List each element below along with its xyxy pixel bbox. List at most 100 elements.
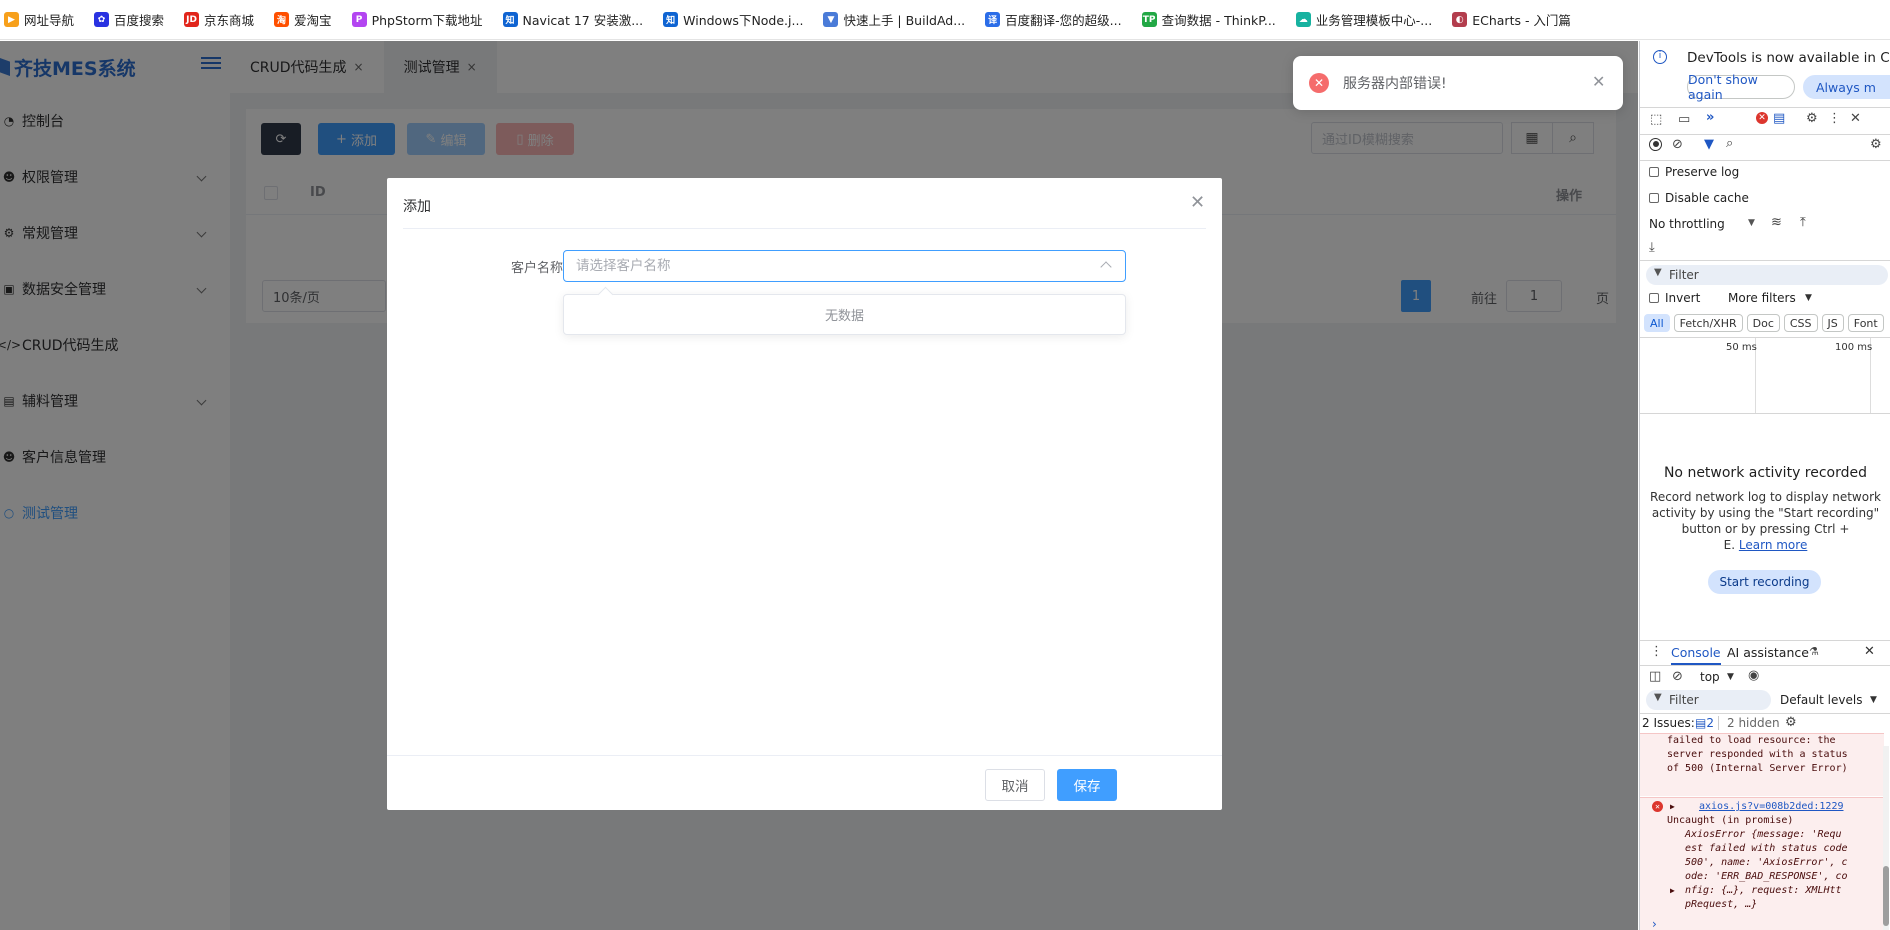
console-settings-icon[interactable]: ⚙ xyxy=(1785,715,1797,730)
throttling-dropdown-icon[interactable]: ▼ xyxy=(1748,218,1755,228)
resource-type-chip[interactable]: Font xyxy=(1847,314,1884,332)
sidebar-toggle-icon[interactable]: ◫ xyxy=(1649,669,1661,684)
filter-funnel-icon: ▼ xyxy=(1654,267,1662,278)
drawer-menu-icon[interactable]: ⋮ xyxy=(1650,644,1663,659)
start-recording-button[interactable]: Start recording xyxy=(1708,570,1821,594)
console-filter-placeholder: Filter xyxy=(1669,693,1699,707)
bookmark-favicon-icon: ◐ xyxy=(1452,12,1468,27)
bookmark-item[interactable]: ▶ 网址导航 xyxy=(4,10,74,29)
close-devtools-icon[interactable]: ✕ xyxy=(1850,111,1861,126)
network-settings-icon[interactable]: ⚙ xyxy=(1870,137,1882,152)
customer-name-label: 客户名称 xyxy=(510,261,563,276)
console-filter-input[interactable]: ▼ Filter xyxy=(1646,690,1771,710)
expand-object-icon[interactable]: ▶ xyxy=(1670,884,1675,898)
bookmark-item[interactable]: ✿ 百度搜索 xyxy=(94,10,164,29)
settings-icon[interactable]: ⚙ xyxy=(1806,111,1818,126)
empty-desc-line: E. xyxy=(1723,538,1736,552)
wifi-icon[interactable]: ≋ xyxy=(1771,215,1782,230)
network-filter-input[interactable]: ▼ Filter xyxy=(1646,265,1888,285)
error-line: est failed with status code xyxy=(1685,843,1848,854)
issues-badge[interactable]: ▤2 xyxy=(1695,716,1714,730)
empty-desc-line: button or by pressing Ctrl + xyxy=(1681,522,1850,536)
bookmarks-bar: ▶ 网址导航 ✿ 百度搜索 JD 京东商城 淘爱淘宝 P PhpStorm下载地址 知 Navica… xyxy=(0,0,1890,40)
filter-icon[interactable]: ▼ xyxy=(1704,137,1714,152)
log-levels-dropdown-icon[interactable]: ▼ xyxy=(1870,695,1877,705)
select-dropdown: 无数据 xyxy=(563,294,1126,335)
eye-icon[interactable]: ◉ xyxy=(1748,668,1759,683)
bookmark-item[interactable]: JD 京东商城 xyxy=(184,10,254,29)
console-error-row: failed to load resource: the server resp… xyxy=(1640,733,1884,796)
resource-type-chip[interactable]: All xyxy=(1644,314,1670,332)
dialog-title: 添加 xyxy=(403,199,431,215)
message-icon[interactable]: ▤ xyxy=(1773,111,1785,126)
more-tabs-icon[interactable]: » xyxy=(1706,110,1714,125)
scrollbar-thumb[interactable] xyxy=(1883,866,1889,926)
resource-type-chip[interactable]: CSS xyxy=(1783,314,1818,332)
throttling-select[interactable]: No throttling xyxy=(1649,217,1725,231)
bookmark-item[interactable]: 知 Windows下Node.j... xyxy=(663,10,803,29)
always-match-button[interactable]: Always m xyxy=(1803,75,1890,99)
save-button[interactable]: 保存 xyxy=(1057,769,1117,801)
error-count-icon[interactable]: ✕ xyxy=(1756,112,1768,124)
bookmark-item[interactable]: P PhpStorm下载地址 xyxy=(351,10,483,29)
context-dropdown-icon[interactable]: ▼ xyxy=(1727,672,1734,682)
learn-more-link[interactable]: Learn more xyxy=(1739,538,1807,552)
bookmark-item[interactable]: TP 查询数据 - ThinkP... xyxy=(1141,10,1276,29)
customer-name-select[interactable] xyxy=(563,250,1126,282)
download-icon[interactable]: ⤓ xyxy=(1649,240,1655,255)
console-prompt-icon[interactable]: › xyxy=(1652,917,1657,930)
close-drawer-icon[interactable]: ✕ xyxy=(1864,644,1875,659)
preserve-log-checkbox[interactable] xyxy=(1649,167,1659,177)
bookmark-favicon-icon: 淘 xyxy=(274,12,290,27)
dont-show-again-button[interactable]: Don't show again xyxy=(1687,72,1795,102)
error-icon: ✕ xyxy=(1309,73,1329,93)
inspect-icon[interactable]: ⬚ xyxy=(1650,112,1662,127)
hidden-count: 2 hidden xyxy=(1718,716,1780,730)
bookmark-favicon-icon: 知 xyxy=(663,12,679,27)
devtools-divider xyxy=(1640,134,1890,135)
dialog-close-icon[interactable]: ✕ xyxy=(1190,192,1205,213)
kebab-menu-icon[interactable]: ⋮ xyxy=(1828,111,1841,126)
empty-state-title: No network activity recorded xyxy=(1663,465,1868,481)
bookmark-label: 爱淘宝 xyxy=(294,13,332,28)
console-scrollbar[interactable] xyxy=(1883,746,1889,930)
invert-checkbox[interactable] xyxy=(1649,293,1659,303)
upload-icon[interactable]: ⤒ xyxy=(1800,215,1806,230)
context-select[interactable]: top xyxy=(1700,670,1720,684)
bookmark-favicon-icon: 译 xyxy=(985,12,1001,27)
error-icon: ✕ xyxy=(1652,801,1663,812)
search-network-icon[interactable]: ⌕ xyxy=(1726,136,1733,151)
console-tab[interactable]: Console xyxy=(1671,645,1721,665)
disable-cache-label: Disable cache xyxy=(1665,191,1749,205)
resource-type-chip[interactable]: JS xyxy=(1821,314,1844,332)
bookmark-label: PhpStorm下载地址 xyxy=(371,13,483,28)
record-icon[interactable] xyxy=(1649,138,1662,151)
bookmark-label: 查询数据 - ThinkP... xyxy=(1161,13,1276,28)
cancel-button[interactable]: 取消 xyxy=(985,769,1045,801)
clear-console-icon[interactable]: ⊘ xyxy=(1672,669,1683,684)
more-filters-button[interactable]: More filters xyxy=(1728,291,1796,305)
ai-assistance-tab[interactable]: AI assistance xyxy=(1727,645,1809,660)
log-levels-select[interactable]: Default levels xyxy=(1780,693,1862,707)
source-link[interactable]: axios.js?v=008b2ded:1229 xyxy=(1699,800,1844,814)
log-line: server responded with a status xyxy=(1667,749,1848,760)
bookmark-favicon-icon: ✿ xyxy=(94,12,110,27)
resource-type-chip[interactable]: Fetch/XHR xyxy=(1673,314,1743,332)
toast-close-icon[interactable]: ✕ xyxy=(1592,72,1605,91)
bookmark-item[interactable]: 淘爱淘宝 xyxy=(274,10,332,29)
resource-type-chip[interactable]: Doc xyxy=(1746,314,1780,332)
bookmark-item[interactable]: ▼ 快速上手 | BuildAd... xyxy=(823,10,965,29)
clear-icon[interactable]: ⊘ xyxy=(1672,137,1683,152)
disable-cache-checkbox[interactable] xyxy=(1649,193,1659,203)
bookmark-item[interactable]: ☁ 业务管理模板中心-... xyxy=(1295,10,1432,29)
bookmark-favicon-icon: ▶ xyxy=(4,12,19,27)
bookmark-item[interactable]: 译百度翻译-您的超级... xyxy=(985,10,1122,29)
bookmark-item[interactable]: ◐ ECharts - 入门篇 xyxy=(1452,10,1571,29)
issues-label: 2 Issues: xyxy=(1642,716,1695,730)
error-line: ode: 'ERR_BAD_RESPONSE', co xyxy=(1685,871,1848,882)
more-filters-dropdown-icon[interactable]: ▼ xyxy=(1805,293,1812,303)
bookmark-item[interactable]: 知 Navicat 17 安装激... xyxy=(502,10,643,29)
error-line: AxiosError {message: 'Requ xyxy=(1685,829,1842,840)
expand-triangle-icon[interactable]: ▶ xyxy=(1670,800,1675,814)
device-toolbar-icon[interactable]: ▭ xyxy=(1678,112,1690,127)
